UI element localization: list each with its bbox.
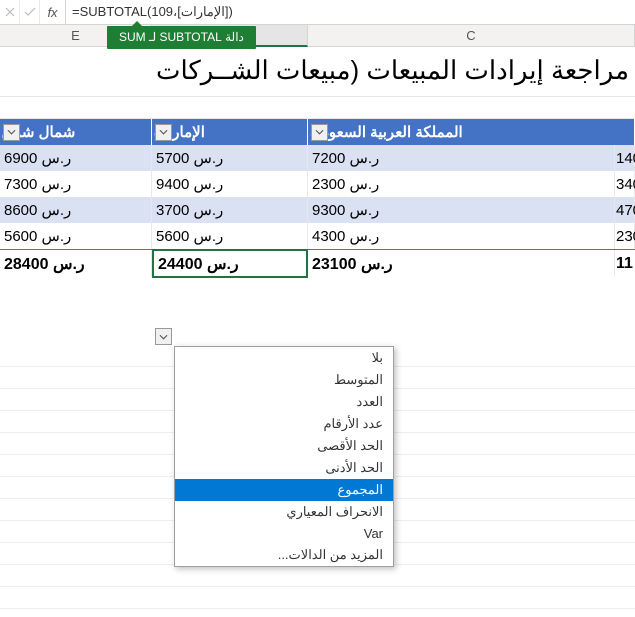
sheet-title: مراجعة إيرادات المبيعات (مبيعات الشــركا… (0, 47, 635, 97)
cell[interactable]: ر.س 3700 (152, 197, 308, 223)
dropdown-item-count-numbers[interactable]: عدد الأرقام (175, 413, 393, 435)
formula-confirm-button[interactable] (20, 0, 40, 24)
function-tooltip: دالة SUBTOTAL لـ SUM (107, 26, 256, 49)
cell-partial: 340 (615, 171, 635, 197)
dropdown-item-sum[interactable]: المجموع (175, 479, 393, 501)
cell[interactable]: ر.س 9300 (308, 197, 615, 223)
cell-partial: 470 (615, 197, 635, 223)
dropdown-item-count[interactable]: العدد (175, 391, 393, 413)
cell-partial: 140 (615, 145, 635, 171)
table-row: ر.س 5600 ر.س 5600 ر.س 4300 230 (0, 223, 635, 249)
dropdown-item-max[interactable]: الحد الأقصى (175, 435, 393, 457)
formula-cancel-button[interactable] (0, 0, 20, 24)
cell[interactable]: ر.س 7300 (0, 171, 152, 197)
cell[interactable]: ر.س 4300 (308, 223, 615, 249)
table-total-row: ر.س 28400 ر.س 24400 ر.س 23100 11 (0, 249, 635, 277)
dropdown-item-min[interactable]: الحد الأدنى (175, 457, 393, 479)
cell[interactable]: ر.س 9400 (152, 171, 308, 197)
dropdown-item-var[interactable]: Var (175, 523, 393, 544)
dropdown-item-more[interactable]: المزيد من الدالات... (175, 544, 393, 566)
header-label: المملكة العربية السعودية (310, 123, 463, 141)
table-header-ksa: المملكة العربية السعودية (308, 119, 635, 145)
table-row: ر.س 7300 ر.س 9400 ر.س 2300 340 (0, 171, 635, 197)
empty-row (0, 97, 635, 119)
table-header-northeast: شمال شرق (0, 119, 152, 145)
dropdown-item-none[interactable]: بلا (175, 347, 393, 369)
insert-function-button[interactable]: fx (40, 0, 66, 24)
formula-bar: fx =SUBTOTAL(109،[الإمارات]) (0, 0, 635, 25)
table-row: ر.س 6900 ر.س 5700 ر.س 7200 140 (0, 145, 635, 171)
cell[interactable]: ر.س 5600 (0, 223, 152, 249)
column-header-c[interactable]: C (308, 25, 635, 46)
total-cell[interactable]: ر.س 23100 (308, 250, 615, 277)
filter-button[interactable] (311, 124, 328, 141)
total-cell-dropdown-button[interactable] (155, 328, 172, 345)
cell[interactable]: ر.س 5700 (152, 145, 308, 171)
cell[interactable]: ر.س 7200 (308, 145, 615, 171)
cell-partial: 230 (615, 223, 635, 249)
table-header-row: شمال شرق الإمارات المملكة العربية السعود… (0, 119, 635, 145)
dropdown-item-average[interactable]: المتوسط (175, 369, 393, 391)
cell[interactable]: ر.س 5600 (152, 223, 308, 249)
cell[interactable]: ر.س 6900 (0, 145, 152, 171)
filter-button[interactable] (155, 124, 172, 141)
dropdown-item-stdev[interactable]: الانحراف المعياري (175, 501, 393, 523)
cell[interactable]: ر.س 8600 (0, 197, 152, 223)
subtotal-function-dropdown: بلا المتوسط العدد عدد الأرقام الحد الأقص… (174, 346, 394, 567)
filter-button[interactable] (3, 124, 20, 141)
column-headers: E D C (0, 25, 635, 47)
table-header-uae: الإمارات (152, 119, 308, 145)
total-partial: 11 (615, 250, 635, 277)
cell[interactable]: ر.س 2300 (308, 171, 615, 197)
formula-input[interactable]: =SUBTOTAL(109،[الإمارات]) (66, 4, 635, 20)
table-row: ر.س 8600 ر.س 3700 ر.س 9300 470 (0, 197, 635, 223)
total-cell-active[interactable]: ر.س 24400 (152, 249, 308, 278)
total-cell[interactable]: ر.س 28400 (0, 250, 152, 277)
